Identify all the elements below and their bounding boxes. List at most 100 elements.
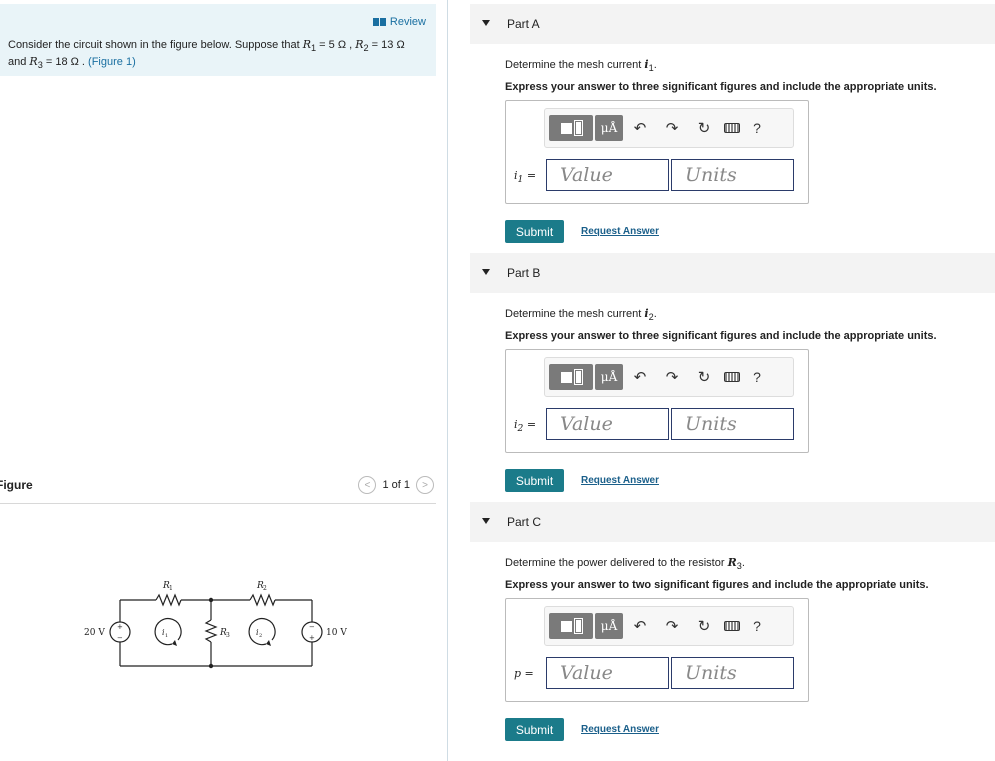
figure-link[interactable]: (Figure 1) xyxy=(88,56,136,68)
value-input[interactable]: Value xyxy=(546,408,669,440)
part-b-instructions: Express your answer to three significant… xyxy=(505,330,937,342)
units-button[interactable]: μÅ xyxy=(595,364,623,390)
units-input[interactable]: Units xyxy=(671,657,794,689)
reset-button[interactable]: ↻ xyxy=(689,613,719,639)
r3-label-sub: 3 xyxy=(226,632,230,639)
part-b-title: Part B xyxy=(507,266,541,280)
templates-button[interactable] xyxy=(549,613,593,639)
part-c-title: Part C xyxy=(507,515,542,529)
keyboard-button[interactable] xyxy=(721,613,743,639)
help-button[interactable]: ? xyxy=(745,364,769,390)
templates-button[interactable] xyxy=(549,115,593,141)
r2-value: = 13 Ω xyxy=(368,39,405,51)
keyboard-button[interactable] xyxy=(721,115,743,141)
request-answer-link[interactable]: Request Answer xyxy=(581,724,659,735)
part-b-header[interactable]: Part B xyxy=(470,253,995,293)
undo-icon: ↶ xyxy=(633,618,647,635)
prompt-end: . xyxy=(653,308,657,320)
math-toolbar: μÅ ↶ ↷ ↻ ? xyxy=(544,606,794,646)
reset-icon: ↻ xyxy=(697,369,711,386)
help-button[interactable]: ? xyxy=(745,115,769,141)
node-dot xyxy=(208,663,214,669)
value-input[interactable]: Value xyxy=(546,159,669,191)
part-a-header[interactable]: Part A xyxy=(470,4,995,44)
request-answer-link[interactable]: Request Answer xyxy=(581,226,659,237)
template-icon xyxy=(560,371,572,383)
keyboard-button[interactable] xyxy=(721,364,743,390)
prev-figure-button[interactable]: < xyxy=(358,476,377,494)
reset-button[interactable]: ↻ xyxy=(689,364,719,390)
problem-panel: Review Consider the circuit shown in the… xyxy=(0,0,436,761)
label-eq: = xyxy=(523,418,537,431)
caret-down-icon xyxy=(482,518,490,524)
figure-pager: < 1 of 1 > xyxy=(358,476,434,494)
units-button[interactable]: μÅ xyxy=(595,115,623,141)
caret-down-icon xyxy=(482,269,490,275)
redo-button[interactable]: ↷ xyxy=(657,613,687,639)
units-input[interactable]: Units xyxy=(671,159,794,191)
part-c-answer-box: μÅ ↶ ↷ ↻ ? p = Value Units xyxy=(505,598,809,702)
redo-button[interactable]: ↷ xyxy=(657,115,687,141)
source-20v-label: 20 V xyxy=(84,628,105,638)
prompt-end: . xyxy=(741,557,745,569)
submit-button[interactable]: Submit xyxy=(505,469,564,492)
review-link[interactable]: Review xyxy=(372,16,426,28)
chevron-left-icon: < xyxy=(364,479,371,491)
units-input[interactable]: Units xyxy=(671,408,794,440)
source-20v-minus: − xyxy=(117,634,123,642)
source-10v-label: 10 V xyxy=(326,628,347,638)
prompt-var: R xyxy=(727,556,737,569)
source-10v-plus: + xyxy=(309,634,315,642)
part-c: Part C Determine the power delivered to … xyxy=(470,502,995,741)
redo-button[interactable]: ↷ xyxy=(657,364,687,390)
redo-icon: ↷ xyxy=(665,369,679,386)
undo-button[interactable]: ↶ xyxy=(625,364,655,390)
part-b-answer-box: μÅ ↶ ↷ ↻ ? i2 = Value Units xyxy=(505,349,809,453)
request-answer-link[interactable]: Request Answer xyxy=(581,475,659,486)
undo-button[interactable]: ↶ xyxy=(625,613,655,639)
problem-text: Consider the circuit shown in the figure… xyxy=(8,38,428,72)
r2-symbol: R xyxy=(355,38,364,51)
source-10v-minus: − xyxy=(309,623,315,631)
template-icon xyxy=(560,122,572,134)
undo-icon: ↶ xyxy=(633,120,647,137)
label-eq: = xyxy=(523,169,537,182)
r2-label-sub: 2 xyxy=(263,585,267,592)
reset-icon: ↻ xyxy=(697,618,711,635)
figure-header: Figure < 1 of 1 > xyxy=(0,474,436,504)
templates-button[interactable] xyxy=(549,364,593,390)
prompt-text: Determine the mesh current xyxy=(505,308,642,320)
units-button[interactable]: μÅ xyxy=(595,613,623,639)
fraction-icon xyxy=(573,618,583,634)
submit-button[interactable]: Submit xyxy=(505,220,564,243)
caret-down-icon xyxy=(482,20,490,26)
units-icon: μÅ xyxy=(600,121,618,135)
prompt-end: . xyxy=(653,59,657,71)
help-icon: ? xyxy=(753,618,761,634)
answer-variable-label: i2 = xyxy=(514,418,536,434)
source-20v-plus: + xyxy=(117,623,123,631)
submit-button[interactable]: Submit xyxy=(505,718,564,741)
label-eq: = xyxy=(521,667,534,680)
chevron-right-icon: > xyxy=(422,479,428,491)
next-figure-button[interactable]: > xyxy=(416,476,434,494)
answer-variable-label: p = xyxy=(514,667,534,683)
reset-icon: ↻ xyxy=(697,120,711,137)
help-icon: ? xyxy=(753,120,761,136)
part-a-instructions: Express your answer to three significant… xyxy=(505,81,937,93)
r1-value: = 5 Ω , xyxy=(316,39,353,51)
value-input[interactable]: Value xyxy=(546,657,669,689)
book-icon xyxy=(372,18,386,26)
r3-value: = 18 Ω . xyxy=(42,56,85,69)
help-button[interactable]: ? xyxy=(745,613,769,639)
part-c-header[interactable]: Part C xyxy=(470,502,995,542)
prompt-text: Determine the mesh current xyxy=(505,59,642,71)
part-b-prompt: Determine the mesh current i2. xyxy=(505,307,657,322)
pager-text: 1 of 1 xyxy=(382,479,410,491)
problem-statement: Review Consider the circuit shown in the… xyxy=(0,4,436,76)
and-text: and xyxy=(8,56,27,69)
undo-button[interactable]: ↶ xyxy=(625,115,655,141)
reset-button[interactable]: ↻ xyxy=(689,115,719,141)
help-icon: ? xyxy=(753,369,761,385)
part-b: Part B Determine the mesh current i2. Ex… xyxy=(470,253,995,492)
